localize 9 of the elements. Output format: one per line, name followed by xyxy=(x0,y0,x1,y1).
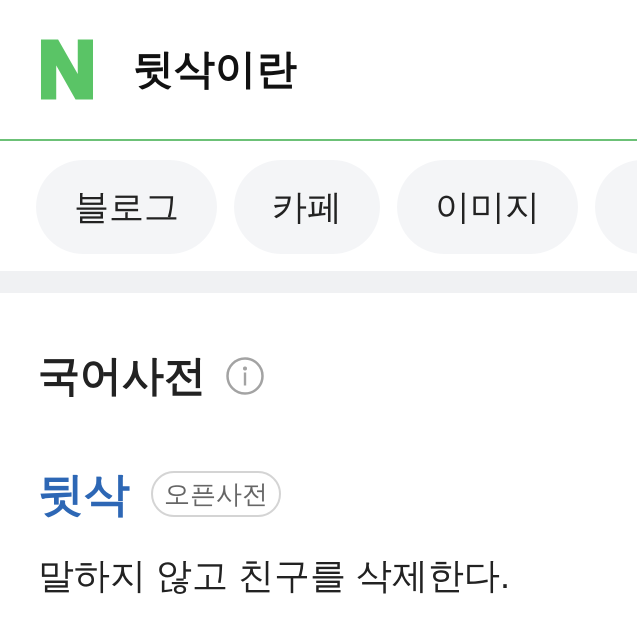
entry-word[interactable]: 뒷삭 xyxy=(38,471,130,517)
info-icon[interactable] xyxy=(226,357,264,395)
source-badge: 오픈사전 xyxy=(151,471,281,517)
definition-text: 말하지 않고 친구를 삭제한다. xyxy=(38,554,512,598)
tab-chip[interactable]: 카페 xyxy=(234,160,380,254)
section-title: 국어사전 xyxy=(38,355,206,397)
tab-chip[interactable]: 블로그 xyxy=(36,160,217,254)
search-query[interactable]: 뒷삭이란 xyxy=(133,49,297,90)
tab-chip[interactable]: 이미지 xyxy=(397,160,578,254)
